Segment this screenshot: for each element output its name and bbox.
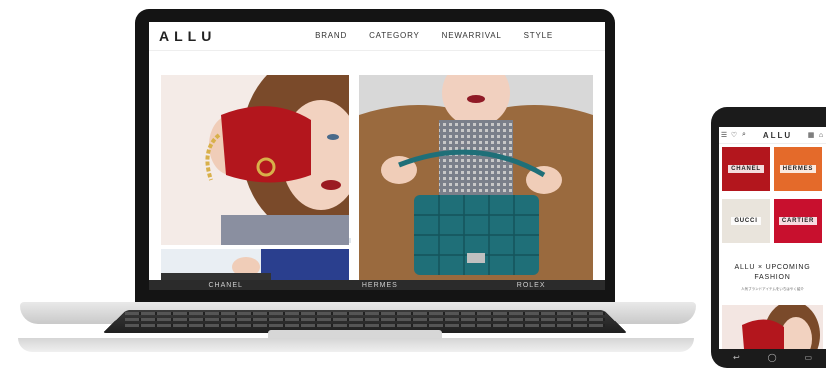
phone-heading-line2: FASHION <box>754 274 791 281</box>
strip-hermes[interactable]: HERMES <box>362 282 398 289</box>
heart-icon[interactable]: ♡ <box>729 131 739 139</box>
home-icon[interactable]: ◯ <box>768 353 777 362</box>
recent-apps-icon[interactable]: ▭ <box>804 353 812 362</box>
strip-chanel[interactable]: CHANEL <box>208 282 242 289</box>
tile-label: CHANEL <box>728 165 764 173</box>
phone-system-nav: ↩ ◯ ▭ <box>719 349 826 365</box>
phone-heading: ALLU × UPCOMING FASHION <box>719 263 826 283</box>
grid-icon[interactable]: ▦ <box>806 131 816 139</box>
bag-icon[interactable]: ⌂ <box>816 132 826 139</box>
nav-newarrival[interactable]: NEWARRIVAL <box>442 31 502 40</box>
back-icon[interactable]: ↩ <box>733 353 740 362</box>
phone-logo[interactable]: ALLU <box>749 131 806 140</box>
phone-header: ☰ ♡ ⌕ ALLU ▦ ⌂ <box>719 127 826 144</box>
menu-icon[interactable]: ☰ <box>719 131 729 139</box>
phone-heading-line1: ALLU × UPCOMING <box>734 264 811 271</box>
search-icon[interactable]: ⌕ <box>739 131 749 139</box>
laptop-foot <box>18 338 694 352</box>
site-header: ALLU BRAND CATEGORY NEWARRIVAL STYLE <box>149 22 605 51</box>
main-nav: BRAND CATEGORY NEWARRIVAL STYLE <box>315 31 553 40</box>
tile-gucci[interactable]: GUCCI <box>722 199 770 243</box>
hero-image-teal-bag[interactable] <box>359 75 593 281</box>
category-strip: CHANEL HERMES ROLEX <box>149 280 605 290</box>
phone-subheading: 人気ブランドアイテムをいちはやく紹介 <box>741 287 804 291</box>
laptop-screen: ALLU BRAND CATEGORY NEWARRIVAL STYLE CHA… <box>149 22 605 290</box>
phone-screen: ☰ ♡ ⌕ ALLU ▦ ⌂ CHANEL HERMES GUCCI CARTI… <box>719 127 826 349</box>
tile-hermes[interactable]: HERMES <box>774 147 822 191</box>
keyboard-keys <box>125 324 605 327</box>
hero-image-red-bag[interactable] <box>161 75 349 245</box>
tile-label: HERMES <box>779 165 817 173</box>
tile-label: GUCCI <box>731 217 761 225</box>
phone-hero-image[interactable] <box>722 305 823 349</box>
site-logo[interactable]: ALLU <box>159 28 216 44</box>
tile-label: CARTIER <box>778 217 818 225</box>
nav-category[interactable]: CATEGORY <box>369 31 420 40</box>
strip-rolex[interactable]: ROLEX <box>517 282 546 289</box>
nav-style[interactable]: STYLE <box>524 31 553 40</box>
tile-cartier[interactable]: CARTIER <box>774 199 822 243</box>
nav-brand[interactable]: BRAND <box>315 31 347 40</box>
tile-chanel[interactable]: CHANEL <box>722 147 770 191</box>
keyboard-keys <box>125 318 605 321</box>
keyboard-keys <box>125 312 605 315</box>
